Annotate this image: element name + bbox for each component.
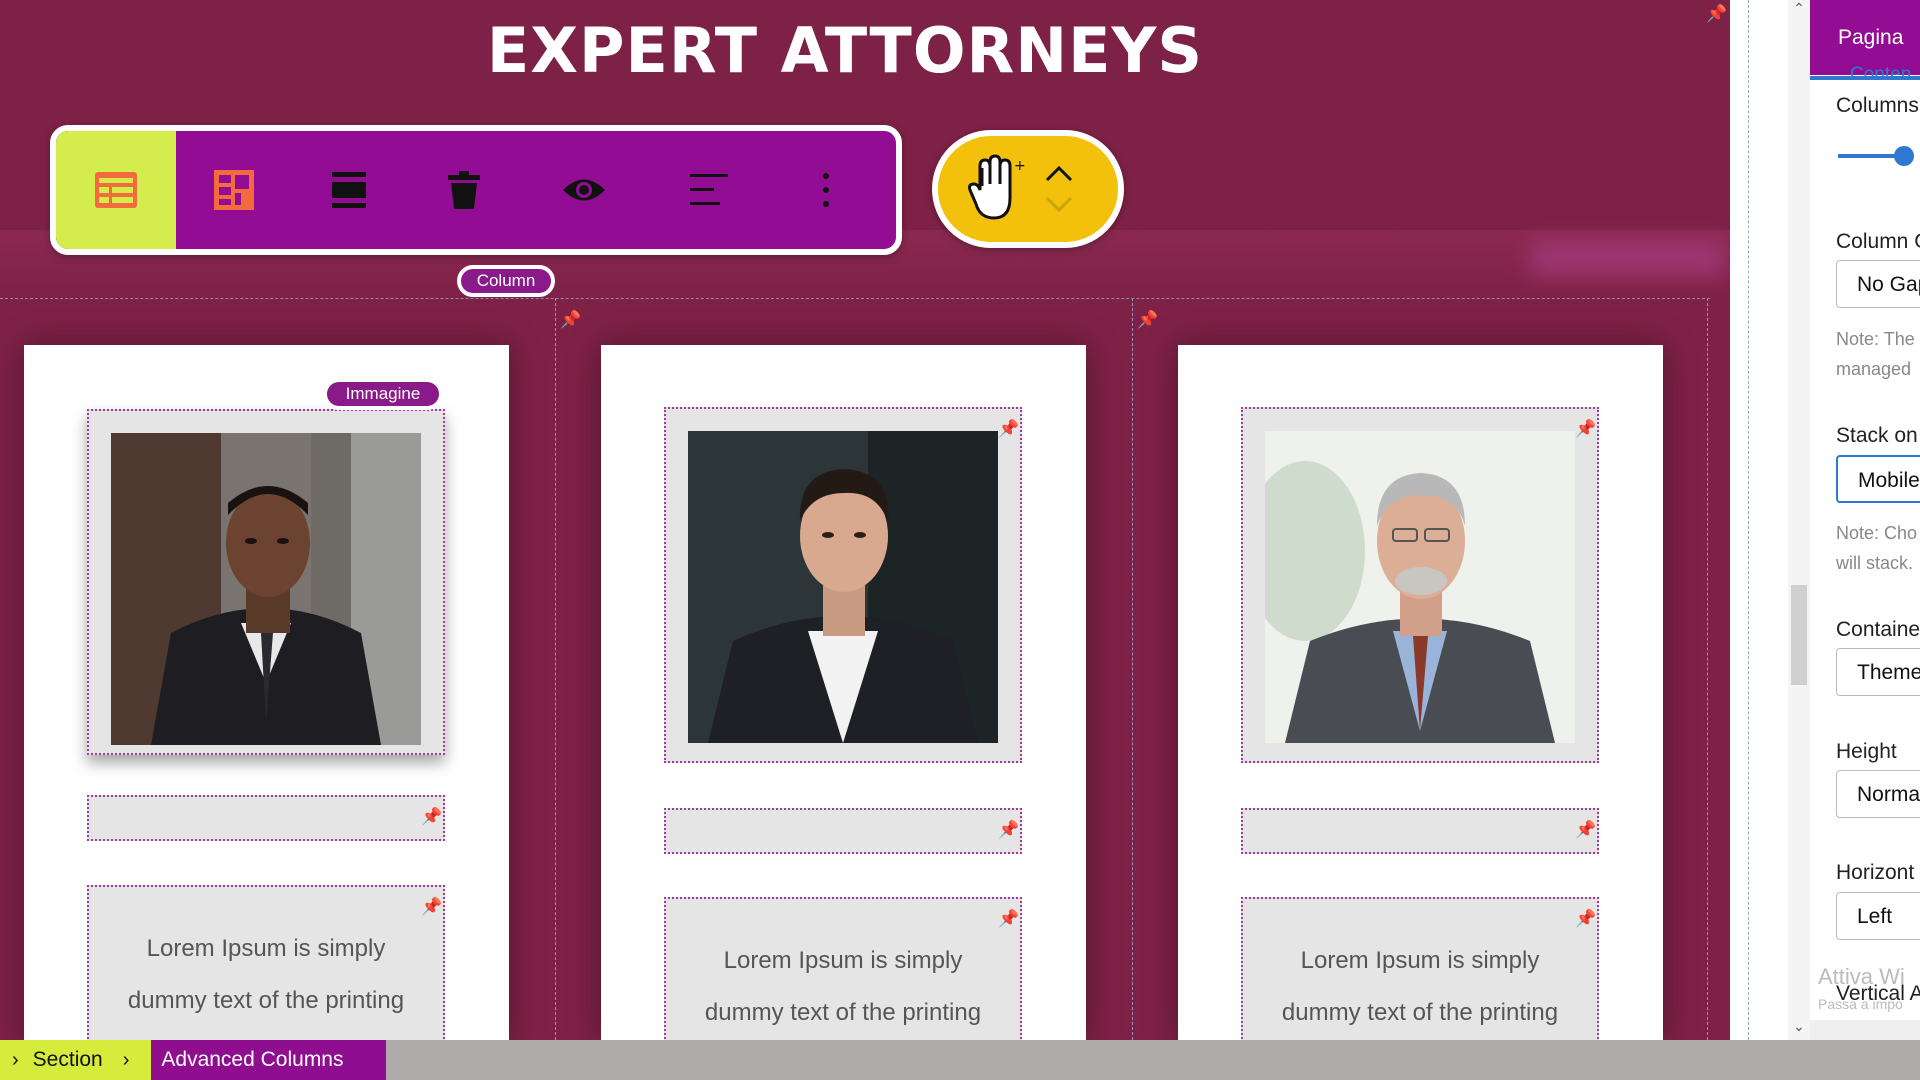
pin-icon[interactable]: 📌	[1575, 820, 1596, 840]
rows-icon	[331, 172, 366, 208]
panel-hscrollbar[interactable]	[1810, 1020, 1920, 1040]
horizontal-align-select[interactable]: Left	[1836, 892, 1920, 940]
align-button[interactable]	[646, 131, 771, 249]
columns-label: Columns	[1836, 94, 1919, 117]
chevron-down-icon[interactable]	[1044, 195, 1074, 213]
tab-content[interactable]: Conten	[1850, 64, 1911, 86]
more-options-button[interactable]	[771, 131, 881, 249]
card-text: Lorem Ipsum is simply dummy text of the …	[1281, 947, 1559, 1026]
drag-hand-icon[interactable]: +	[966, 154, 1026, 224]
column-guide	[1132, 298, 1133, 1040]
grid-layout-icon	[213, 170, 254, 210]
attorney-card-1[interactable]: 📌 📌 Lorem Ipsum is simply dummy text of …	[24, 345, 509, 1040]
attorney-card-2[interactable]: 📌 📌 📌 Lorem Ipsum is simply dummy text o…	[601, 345, 1086, 1040]
stack-on-select[interactable]: Mobile	[1836, 455, 1920, 503]
height-label: Height	[1836, 740, 1897, 763]
horizontal-align-label: Horizont	[1836, 861, 1915, 884]
image-block[interactable]: 📌	[664, 407, 1022, 763]
column-guide	[555, 298, 556, 1040]
pin-icon[interactable]: 📌	[998, 909, 1019, 929]
note-stack: Note: Cho will stack.	[1836, 523, 1918, 573]
pin-icon[interactable]: 📌	[1706, 4, 1727, 24]
pin-icon[interactable]: 📌	[998, 820, 1019, 840]
text-block[interactable]: 📌 Lorem Ipsum is simply dummy text of th…	[664, 897, 1022, 1040]
pin-icon[interactable]: 📌	[1137, 310, 1158, 330]
scroll-thumb[interactable]	[1791, 585, 1807, 685]
pin-icon[interactable]: 📌	[560, 310, 581, 330]
more-vertical-icon	[823, 173, 829, 207]
section-highlight	[1530, 240, 1725, 276]
container-label: Containe	[1836, 618, 1920, 641]
panel-divider	[1748, 0, 1749, 1040]
columns-slider-handle[interactable]	[1894, 146, 1914, 166]
visibility-button[interactable]	[521, 131, 646, 249]
scroll-up-arrow[interactable]: ⌃	[1788, 0, 1810, 17]
spacer-block[interactable]: 📌	[1241, 808, 1599, 854]
breadcrumb-section[interactable]: › Section ›	[0, 1040, 152, 1080]
pin-icon[interactable]: 📌	[421, 807, 442, 827]
column-guide-top	[0, 298, 1710, 299]
tab-indicator	[1810, 76, 1920, 80]
block-mover[interactable]: +	[932, 130, 1124, 248]
delete-button[interactable]	[406, 131, 521, 249]
chevron-right-icon: ›	[122, 1048, 130, 1071]
scroll-down-arrow[interactable]: ⌄	[1788, 1018, 1810, 1035]
pin-icon[interactable]: 📌	[1575, 909, 1596, 929]
text-block[interactable]: 📌 Lorem Ipsum is simply dummy text of th…	[87, 885, 445, 1040]
trash-icon	[447, 171, 480, 209]
note-gap: Note: The managed	[1836, 329, 1915, 379]
align-left-icon	[689, 174, 728, 205]
height-select[interactable]: Norma	[1836, 770, 1920, 818]
column-gap-label: Column G	[1836, 230, 1920, 253]
vertical-align-label: Vertical A	[1836, 982, 1920, 1005]
svg-text:+: +	[1014, 158, 1026, 174]
pin-icon[interactable]: 📌	[998, 419, 1019, 439]
image-block[interactable]: 📌	[1241, 407, 1599, 763]
canvas-edge	[1730, 0, 1748, 1040]
table-layout-icon	[95, 172, 137, 208]
pin-icon[interactable]: 📌	[421, 897, 442, 917]
page-heading[interactable]: EXPERT ATTORNEYS	[0, 14, 1690, 87]
move-arrows	[1044, 165, 1074, 213]
block-toolbar	[50, 125, 902, 255]
spacer-block[interactable]: 📌	[87, 795, 445, 841]
stack-on-label: Stack on	[1836, 424, 1918, 447]
text-block[interactable]: 📌 Lorem Ipsum is simply dummy text of th…	[1241, 897, 1599, 1040]
layout-select-button[interactable]	[56, 131, 176, 249]
editor-canvas[interactable]: EXPERT ATTORNEYS 📌 📌 📌 📌 📌 Lorem Ipsum i…	[0, 0, 1730, 1040]
container-select[interactable]: Theme	[1836, 648, 1920, 696]
card-text: Lorem Ipsum is simply dummy text of the …	[127, 935, 405, 1040]
panel-scrollbar[interactable]: ⌃ ⌄	[1788, 0, 1810, 1040]
attorney-photo-3	[1265, 431, 1575, 743]
image-label[interactable]: Immagine	[323, 378, 443, 410]
column-label[interactable]: Column	[457, 265, 555, 297]
chevron-up-icon[interactable]	[1044, 165, 1074, 183]
column-guide	[1707, 298, 1708, 1040]
breadcrumb-section-label: Section	[32, 1048, 103, 1071]
chevron-right-icon: ›	[12, 1048, 19, 1071]
rows-button[interactable]	[291, 131, 406, 249]
breadcrumb-advanced-columns[interactable]: Advanced Columns	[151, 1040, 386, 1080]
card-text: Lorem Ipsum is simply dummy text of the …	[704, 947, 982, 1026]
spacer-block[interactable]: 📌	[664, 808, 1022, 854]
image-block-selected[interactable]	[87, 409, 445, 755]
breadcrumb: › Section › Advanced Columns	[0, 1040, 1920, 1080]
column-layout-button[interactable]	[176, 131, 291, 249]
attorney-photo-2	[688, 431, 998, 743]
attorney-photo-1	[111, 433, 421, 745]
pin-icon[interactable]: 📌	[1575, 419, 1596, 439]
eye-icon	[562, 179, 605, 201]
column-gap-select[interactable]: No Gap	[1836, 260, 1920, 308]
attorney-card-3[interactable]: 📌 📌 📌 Lorem Ipsum is simply dummy text o…	[1178, 345, 1663, 1040]
